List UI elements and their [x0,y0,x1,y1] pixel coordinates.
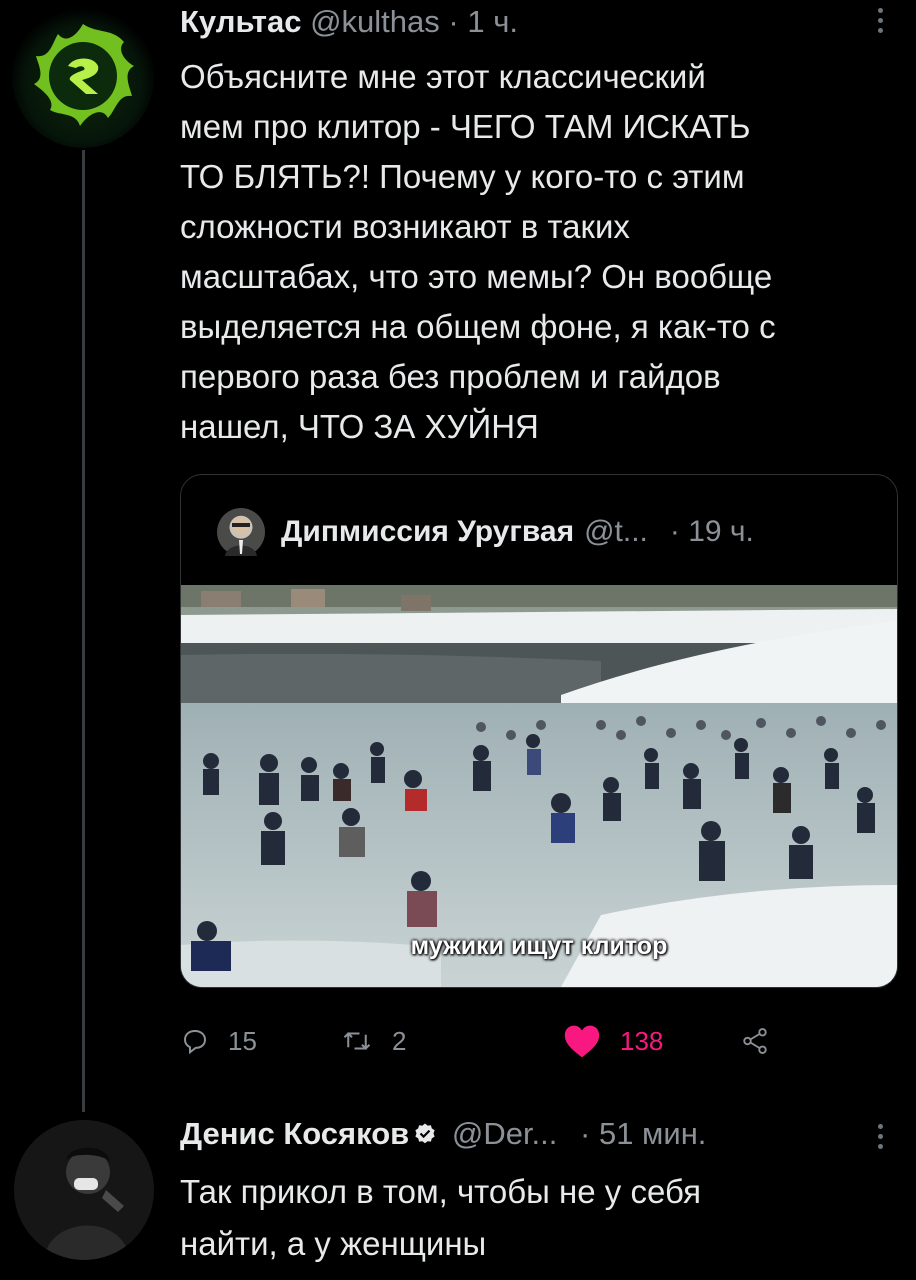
retweet-button[interactable]: 2 [340,1016,406,1066]
avatar-image [34,24,134,126]
reply-count: 15 [228,1025,257,1056]
handle[interactable]: @kulthas [310,4,440,39]
like-button[interactable]: 138 [562,1016,663,1066]
more-options-icon[interactable] [878,1124,884,1154]
quoted-tweet[interactable]: Дипмиссия Уругвая @t... · 19 ч. мужики и… [180,474,898,988]
tweet-header: Культас @kulthas · 1 ч. [180,4,518,40]
quoted-timestamp: · 19 ч. [669,515,754,548]
timestamp[interactable]: · 1 ч. [448,4,518,39]
share-button[interactable] [740,1016,788,1066]
display-name[interactable]: Культас [180,4,301,39]
timestamp[interactable]: · 51 мин. [580,1116,706,1151]
thread-line [82,150,85,1112]
heart-icon [564,1025,600,1058]
quoted-tweet-header: Дипмиссия Уругвая @t... · 19 ч. [217,507,754,557]
tweet-text: Так прикол в том, чтобы не у себя найти,… [180,1173,701,1262]
tweet-actions: 15 2 138 [180,1016,800,1066]
reply-icon [183,1029,207,1055]
avatar-image [14,1120,154,1260]
handle[interactable]: @Der... [452,1116,558,1151]
tweet-text: Объясните мне этот классический мем про … [180,58,776,445]
like-count: 138 [620,1025,664,1056]
retweet-count: 2 [392,1025,407,1056]
quoted-avatar [217,508,265,556]
avatar[interactable] [12,6,154,148]
quoted-display-name[interactable]: Дипмиссия Уругвая [281,515,574,549]
more-options-icon[interactable] [878,8,884,38]
share-icon [743,1028,767,1054]
retweet-icon [343,1032,371,1050]
quoted-image[interactable]: мужики ищут клитор [181,585,897,987]
image-caption: мужики ищут клитор [410,932,668,960]
tweet-header: Денис Косяков @Der... · 51 мин. [180,1116,706,1152]
avatar[interactable] [14,1120,154,1260]
reply-button[interactable]: 15 [180,1016,257,1066]
ice-fishing-photo [181,585,897,987]
display-name[interactable]: Денис Косяков [180,1116,409,1151]
verified-badge-icon [415,1123,435,1144]
quoted-handle[interactable]: @t... [584,515,648,549]
